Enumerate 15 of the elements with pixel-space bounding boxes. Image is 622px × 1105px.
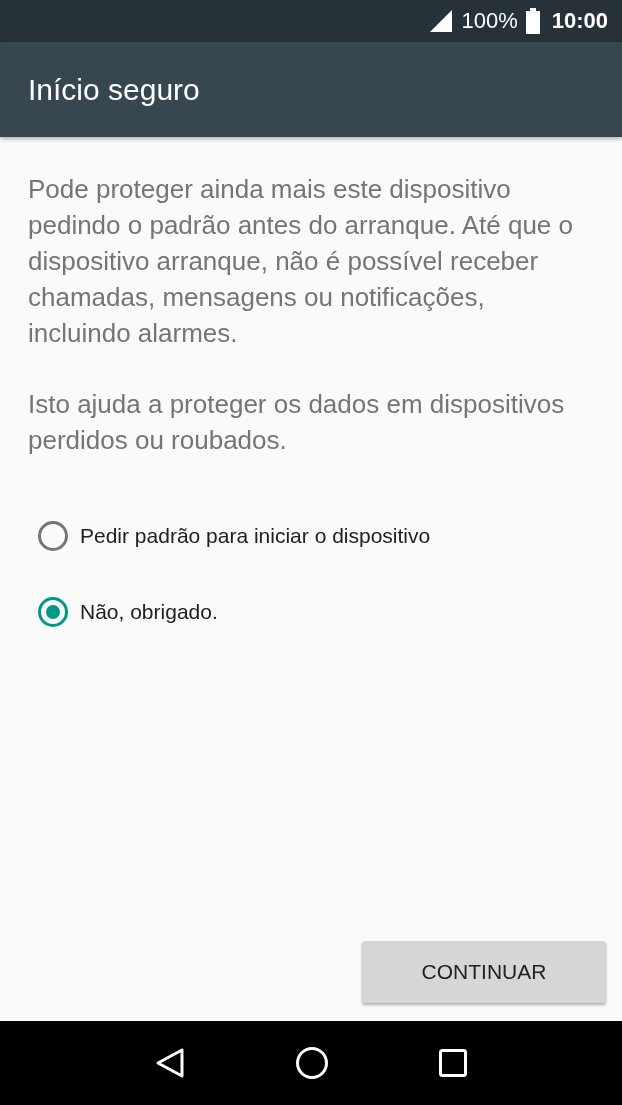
description-text: Isto ajuda a proteger os dados em dispositivos perdidos ou roubados. — [28, 388, 566, 457]
signal-icon — [429, 9, 454, 33]
radio-option[interactable]: Não, obrigado. — [38, 597, 594, 627]
battery-percentage: 100% — [461, 8, 518, 34]
recents-icon[interactable] — [439, 1049, 467, 1077]
radio-button[interactable] — [38, 597, 68, 627]
clock: 10:00 — [551, 8, 608, 34]
screen-title: Início seguro — [28, 72, 200, 107]
description-text: Pode proteger ainda mais este dispositivo pedindo o padrão antes do arranque. Até que o dispositivo arranque, não é possível receber chamadas, mensagens ou notificações, incluindo alarmes. — [28, 173, 574, 350]
radio-option[interactable]: Pedir padrão para iniciar o dispositivo — [38, 521, 594, 551]
back-icon[interactable] — [155, 1047, 185, 1079]
home-icon[interactable] — [295, 1046, 329, 1080]
continue-button[interactable]: CONTINUAR — [362, 941, 606, 1003]
radio-button[interactable] — [38, 521, 68, 551]
battery-icon — [525, 8, 540, 34]
